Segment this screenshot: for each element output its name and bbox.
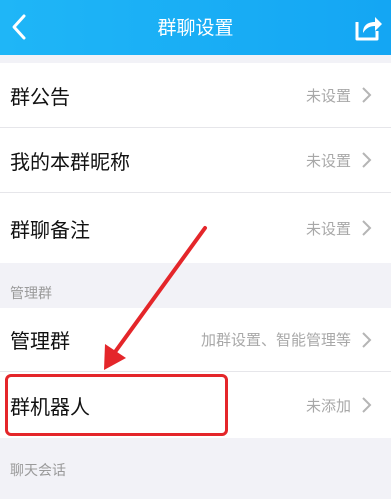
row-label: 群聊备注 <box>10 217 90 242</box>
row-value: 加群设置、智能管理等 <box>200 331 351 349</box>
section-title-chat: 聊天会话 <box>10 463 66 479</box>
group-announcement-row[interactable]: 群公告 未设置 <box>0 63 391 127</box>
section-title-manage: 管理群 <box>10 286 52 302</box>
row-value: 未设置 <box>305 86 351 105</box>
chevron-right-icon <box>362 87 372 103</box>
manage-group-row[interactable]: 管理群 加群设置、智能管理等 <box>0 308 391 371</box>
page-title: 群聊设置 <box>157 17 234 39</box>
chevron-right-icon <box>362 331 372 348</box>
chevron-right-icon <box>362 397 372 413</box>
row-value: 未设置 <box>305 219 351 238</box>
title-bar: 群聊设置 <box>0 0 391 55</box>
annotation-highlight-box <box>5 374 228 436</box>
chevron-right-icon <box>362 220 372 236</box>
row-value: 未设置 <box>305 151 351 170</box>
row-label: 群公告 <box>10 84 70 109</box>
row-label: 我的本群昵称 <box>10 149 130 174</box>
row-value: 未添加 <box>305 396 351 415</box>
group-remark-row[interactable]: 群聊备注 未设置 <box>0 193 391 263</box>
row-label: 管理群 <box>10 329 70 353</box>
share-icon[interactable] <box>351 12 383 44</box>
my-group-nickname-row[interactable]: 我的本群昵称 未设置 <box>0 128 391 192</box>
chevron-right-icon <box>362 152 372 168</box>
